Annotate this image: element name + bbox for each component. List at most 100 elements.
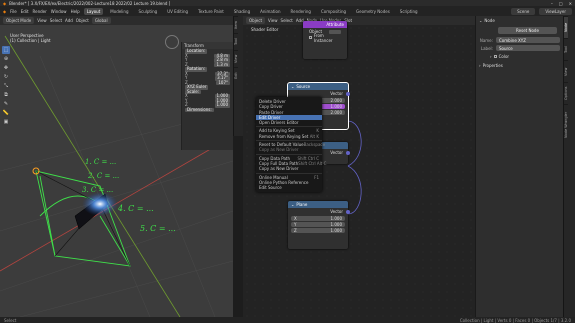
menu-edit[interactable]: Edit <box>21 9 29 14</box>
handwritten-note: 1. C = ... <box>85 158 116 166</box>
workspace-tab-animation[interactable]: Animation <box>257 8 283 15</box>
viewport-menu-object[interactable]: Object <box>76 18 89 23</box>
plane-output-socket[interactable]: Vector <box>288 208 350 215</box>
cursor-tool-icon[interactable]: ⊕ <box>2 55 10 63</box>
transform-panel: Transform Location: X 4.8 m Y 2.8 m Z 1.3 m… <box>181 42 233 150</box>
scale-tool-icon[interactable]: ⤡ <box>2 82 10 90</box>
properties-panel-header[interactable]: › Properties <box>476 61 563 70</box>
from-instancer-checkbox[interactable]: From Instancer <box>306 33 344 43</box>
workspace-tab-sculpting[interactable]: Sculpting <box>136 8 161 15</box>
reset-node-button[interactable]: Reset Node <box>498 27 557 34</box>
source-output-socket[interactable]: Vector <box>288 90 350 97</box>
workspace-tab-texture-paint[interactable]: Texture Paint <box>195 8 227 15</box>
sbtab-options[interactable]: Options <box>564 82 568 104</box>
view-layer-selector[interactable]: ViewLayer <box>539 7 572 15</box>
attribute-node-header[interactable]: Attribute <box>303 21 347 28</box>
measure-tool-icon[interactable]: 📏 <box>2 109 10 117</box>
dimensions-label: Dimensions: <box>185 106 214 112</box>
rotate-tool-icon[interactable]: ↻ <box>2 73 10 81</box>
label-label: Label: <box>480 45 493 51</box>
menu-help[interactable]: Help <box>71 9 80 14</box>
context-menu-item[interactable]: Open Drivers Editor <box>256 120 322 125</box>
node-sidebar: ⌄ Node Reset Node Name: Combine XYZ Label:… <box>475 16 563 317</box>
color-panel-header[interactable]: › Color <box>476 52 563 61</box>
menu-window[interactable]: Window <box>51 9 67 14</box>
menu-item-label: Copy as New Driver <box>259 147 299 153</box>
context-menu-item[interactable]: Remove from Keying Set Alt K <box>256 134 322 139</box>
sbtab-tool[interactable]: Tool <box>564 38 568 60</box>
menu-item-shortcut: Backspace <box>303 142 326 148</box>
attribute-node[interactable]: Attribute Object From Instancer <box>303 21 347 59</box>
vtab-edit[interactable]: Edit <box>234 67 238 84</box>
workspace-tab-uv-editing[interactable]: UV Editing <box>164 8 191 15</box>
viewport-menu-select[interactable]: Select <box>50 18 62 23</box>
plane-x-field[interactable]: X 1.000 <box>291 216 345 221</box>
name-label: Name: <box>479 37 493 43</box>
collapse-chevron-icon[interactable]: ⌄ <box>291 84 294 89</box>
collapse-chevron-icon[interactable]: ⌄ <box>291 202 294 207</box>
workspace-tab-scripting[interactable]: Scripting <box>397 8 421 15</box>
scene-selector[interactable]: Scene <box>511 7 536 15</box>
menu-separator <box>256 140 322 142</box>
annotate-tool-icon[interactable]: ✎ <box>2 100 10 108</box>
status-bar: Select Collection | Light | Verts 0 | Fa… <box>0 317 575 323</box>
workspace-tab-layout[interactable]: Layout <box>83 7 104 15</box>
sbtab-node[interactable]: Node <box>564 16 568 38</box>
node-link <box>347 165 362 215</box>
transform-tool-icon[interactable]: ⧉ <box>2 91 10 99</box>
handwritten-note: 2. C = ... <box>87 172 119 180</box>
minimize-button[interactable]: – <box>551 1 553 6</box>
transform-orientation-dropdown[interactable]: Global <box>91 17 111 24</box>
select-tool-icon[interactable]: ⬚ <box>2 46 10 54</box>
viewport-menu-add[interactable]: Add <box>65 18 73 23</box>
menu-separator <box>256 172 322 174</box>
node-sidebar-tabs: Node Tool View Options Node Wrangler <box>563 16 575 317</box>
close-button[interactable]: ✕ <box>569 1 572 6</box>
context-menu-item[interactable]: Copy as New Driver <box>256 147 322 152</box>
mode-dropdown[interactable]: Object Mode <box>3 17 35 24</box>
context-menu-item[interactable]: Copy as New Driver <box>256 166 322 171</box>
node-label-field[interactable]: Source <box>496 45 560 51</box>
add-cube-tool-icon[interactable]: ▣ <box>2 118 10 126</box>
workspace-tab-shading[interactable]: Shading <box>231 8 253 15</box>
blender-menu-icon[interactable]: ◆ <box>3 9 6 14</box>
workspace-tab-rendering[interactable]: Rendering <box>288 8 314 15</box>
3d-viewport[interactable]: 1. C = ... 2. C = ... 3. C = ... 4. C = … <box>0 16 233 317</box>
color-checkbox[interactable] <box>493 55 497 58</box>
vtab-tool[interactable]: Tool <box>234 33 238 50</box>
plane-y-field[interactable]: Y 1.000 <box>291 222 345 227</box>
menu-item-label: Copy as New Driver <box>259 166 299 172</box>
chevron-right-icon: › <box>479 63 481 68</box>
tool-shelf: ⬚ ⊕ ✥ ↻ ⤡ ⧉ ✎ 📏 ▣ <box>2 46 11 126</box>
node-name-field[interactable]: Combine XYZ <box>496 37 560 43</box>
workspace-tab-geometry-nodes[interactable]: Geometry Nodes <box>353 8 393 15</box>
maximize-button[interactable]: □ <box>559 1 563 6</box>
workspace-tab-compositing[interactable]: Compositing <box>318 8 349 15</box>
plane-node[interactable]: ⌄ Plane Vector X 1.000 Y 1.000 Z 1.000 <box>288 201 350 249</box>
menu-separator <box>256 126 322 128</box>
context-menu: Delete Driver Copy Driver Paste Driver Edit… <box>256 97 326 193</box>
menu-render[interactable]: Render <box>33 9 47 14</box>
menu-item-shortcut: Alt K <box>309 133 319 139</box>
sbtab-view[interactable]: View <box>564 60 568 82</box>
source-node-header[interactable]: ⌄ Source <box>288 83 348 90</box>
node-link <box>347 120 362 167</box>
vtab-view[interactable]: View <box>234 50 238 67</box>
move-tool-icon[interactable]: ✥ <box>2 64 10 72</box>
workspace-tab-modeling[interactable]: Modeling <box>107 8 131 15</box>
blender-logo-icon: ◆ <box>3 0 7 6</box>
menu-file[interactable]: File <box>10 9 17 14</box>
top-menu-bar: ◆ File Edit Render Window Help Layout Mo… <box>0 6 575 16</box>
context-menu-item[interactable]: Edit Source <box>256 185 322 190</box>
window-title: Blender* [ 3.X/FX/EX/ex/Electric/2022/00… <box>9 0 171 6</box>
handwritten-note: 5. C = ... <box>140 224 176 233</box>
chevron-down-icon: ⌄ <box>479 18 483 23</box>
node-panel-header[interactable]: ⌄ Node <box>476 16 563 25</box>
viewport-menu-view[interactable]: View <box>37 18 47 23</box>
viewport-header: Object Mode View Select Add Object Globa… <box>0 16 233 25</box>
plane-node-header[interactable]: ⌄ Plane <box>288 201 348 208</box>
plane-z-field[interactable]: Z 1.000 <box>291 228 345 233</box>
vtab-item[interactable]: Item <box>234 16 238 33</box>
sbtab-node-wrangler[interactable]: Node Wrangler <box>564 104 568 144</box>
navigation-gizmo[interactable] <box>165 35 179 49</box>
